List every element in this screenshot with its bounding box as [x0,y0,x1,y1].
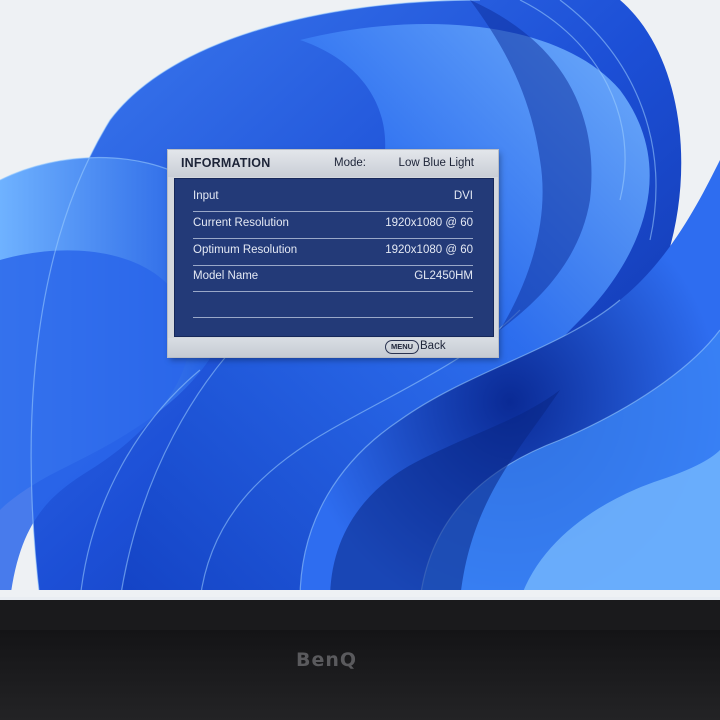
info-label: Input [193,190,219,202]
osd-info-list: Input DVI Current Resolution 1920x1080 @… [174,178,494,337]
info-value: 1920x1080 @ 60 [385,244,473,256]
brand-logo: BenQ [296,649,358,671]
mode-value: Low Blue Light [398,157,474,169]
info-row-optimum-resolution: Optimum Resolution 1920x1080 @ 60 [193,239,473,265]
mode-label: Mode: [334,157,366,169]
info-label: Model Name [193,270,259,282]
info-row-input: Input DVI [193,185,473,211]
monitor-bezel [0,630,720,720]
info-label: Optimum Resolution [193,244,298,256]
osd-header: INFORMATION Mode: Low Blue Light [168,150,498,177]
info-row-model-name: Model Name GL2450HM [193,265,473,291]
taskbar [0,597,720,600]
back-label: Back [420,340,446,352]
info-value: 1920x1080 @ 60 [385,217,473,229]
info-value: GL2450HM [414,270,473,282]
osd-title: INFORMATION [181,156,271,170]
info-value: DVI [453,190,473,202]
row-divider [193,291,473,292]
info-label: Current Resolution [193,217,289,229]
row-divider [193,317,473,318]
monitor-screen: INFORMATION Mode: Low Blue Light Input D… [0,0,720,600]
osd-information-panel: INFORMATION Mode: Low Blue Light Input D… [168,150,498,357]
info-row-current-resolution: Current Resolution 1920x1080 @ 60 [193,212,473,238]
menu-key-icon[interactable]: MENU [385,340,419,354]
osd-footer: MENU Back [168,338,498,357]
